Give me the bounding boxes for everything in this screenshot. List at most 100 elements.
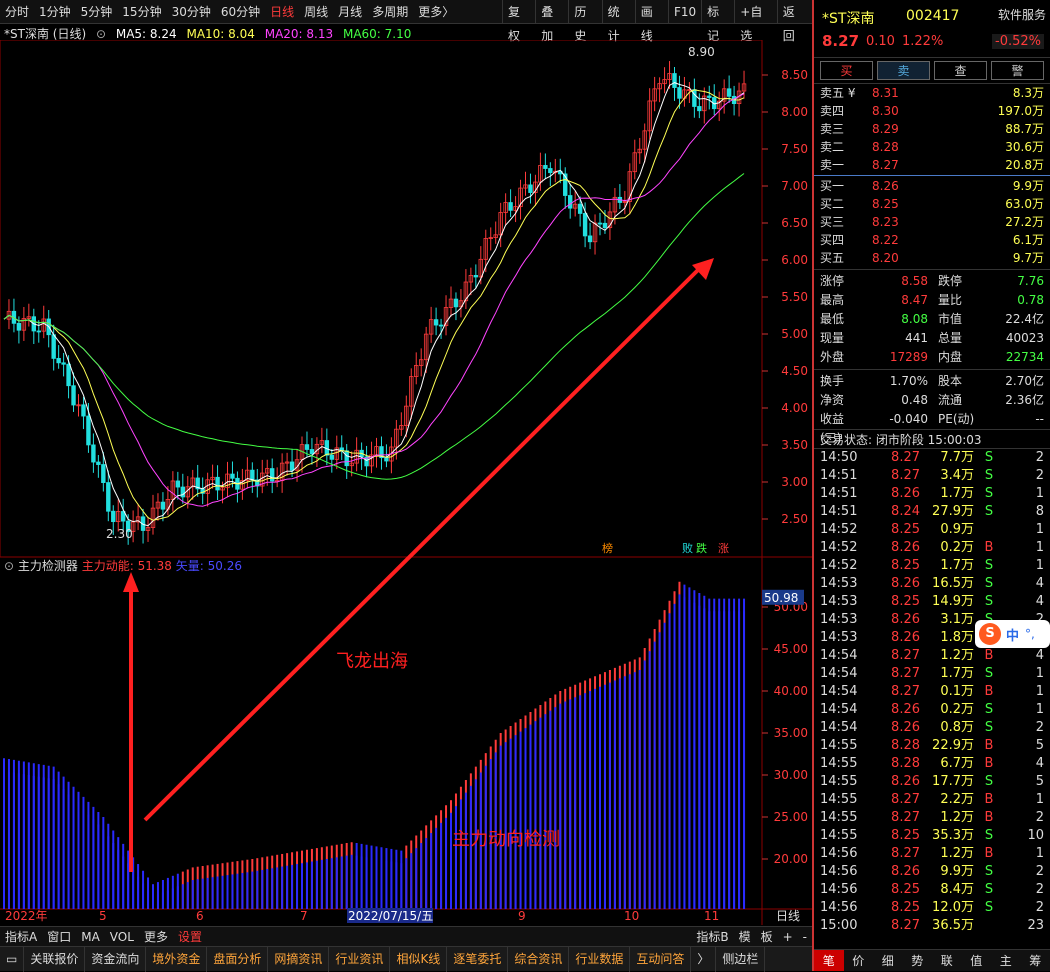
period-tab[interactable]: 周线 — [299, 0, 333, 24]
nav-item[interactable]: 资金流向 — [85, 947, 146, 972]
trade-button[interactable]: 查 — [934, 61, 987, 80]
indicator-bar-right[interactable]: - — [798, 927, 812, 947]
indicator-bar-item[interactable]: 设置 — [173, 927, 207, 947]
indicator-bar-item[interactable]: 指标A — [0, 927, 42, 947]
tick-cell: S — [974, 773, 1004, 791]
toolbar-button[interactable]: F10 — [668, 0, 701, 24]
period-tab[interactable]: 60分钟 — [216, 0, 265, 24]
tick-row: 14:558.286.7万B4 — [814, 755, 1050, 773]
y-tick-label: 6.00 — [781, 253, 808, 267]
period-tab[interactable]: 月线 — [333, 0, 367, 24]
period-tab[interactable]: 15分钟 — [117, 0, 166, 24]
indicator-bar-item[interactable]: 窗口 — [42, 927, 76, 947]
candle-body — [107, 483, 111, 512]
y-tick-label: 8.00 — [781, 105, 808, 119]
tick-cell: 8.26 — [868, 701, 920, 719]
indicator-bar-item[interactable]: VOL — [105, 927, 139, 947]
indicator-bar-right[interactable]: 指标B — [691, 927, 733, 947]
period-tab[interactable]: 30分钟 — [167, 0, 216, 24]
indicator-bar-right[interactable]: 板 — [756, 927, 778, 947]
toolbar-button[interactable]: 历史 — [568, 0, 601, 24]
settings-icon[interactable]: ⊙ — [96, 27, 106, 41]
nav-item[interactable]: 行业资讯 — [329, 947, 390, 972]
low-label: 2.30 — [106, 527, 133, 541]
nav-item[interactable]: 〉 — [691, 947, 716, 972]
event-tag[interactable]: 败 — [682, 541, 693, 555]
stat-cell: 8.08 — [864, 310, 928, 329]
tick-cell: 2.2万 — [920, 791, 974, 809]
nav-item[interactable]: 相似K线 — [390, 947, 447, 972]
tick-cell: 14:55 — [820, 755, 868, 773]
quote-tab[interactable]: 主 — [991, 950, 1021, 971]
nav-item[interactable]: 行业数据 — [569, 947, 630, 972]
toolbar-button[interactable]: 复权 — [502, 0, 535, 24]
toolbar-button[interactable]: 返回 — [777, 0, 810, 24]
tick-cell: 14:51 — [820, 503, 868, 521]
y-tick-label: 5.00 — [781, 327, 808, 341]
indicator-bar-right[interactable]: + — [778, 927, 798, 947]
toolbar-button[interactable]: 标记 — [701, 0, 734, 24]
quote-tab[interactable]: 筹 — [1021, 950, 1050, 971]
toolbar-button[interactable]: 叠加 — [535, 0, 568, 24]
candle-body — [67, 364, 71, 385]
trade-button[interactable]: 买 — [820, 61, 873, 80]
book-row: 买四8.226.1万 — [814, 231, 1050, 249]
event-tag[interactable]: 榜 — [602, 541, 613, 555]
quote-tab[interactable]: 势 — [903, 950, 933, 971]
tick-cell: 14:53 — [820, 593, 868, 611]
period-tab[interactable]: 多周期 — [367, 0, 413, 24]
period-tab[interactable]: 分时 — [0, 0, 34, 24]
price-change-pct: 1.22% — [902, 34, 943, 49]
tick-cell: 2 — [1004, 809, 1044, 827]
tick-cell: 2 — [1004, 881, 1044, 899]
stock-code: 002417 — [906, 8, 959, 24]
toolbar-button[interactable]: 统计 — [602, 0, 635, 24]
event-tag[interactable]: 跌 — [696, 541, 707, 555]
indicator-bar-right[interactable]: 模 — [734, 927, 756, 947]
book-volume: 197.0万 — [924, 102, 1044, 120]
annotation-feilong: 飞龙出海 — [336, 651, 408, 672]
period-tab[interactable]: 日线 — [265, 0, 299, 24]
period-tab[interactable]: 5分钟 — [76, 0, 118, 24]
indicator-bar-item[interactable]: MA — [76, 927, 105, 947]
quote-tab[interactable]: 笔 — [814, 950, 844, 971]
candle-body — [231, 474, 235, 478]
tick-cell: 8.27 — [868, 791, 920, 809]
trade-button[interactable]: 警 — [991, 61, 1044, 80]
tick-cell: 1 — [1004, 557, 1044, 575]
tick-cell: 4 — [1004, 755, 1044, 773]
quote-panel: *ST深南 002417 软件服务 8.27 0.10 1.22% -0.52%… — [812, 0, 1050, 971]
tick-row: 14:538.2616.5万S4 — [814, 575, 1050, 593]
nav-item[interactable]: 综合资讯 — [508, 947, 569, 972]
nav-item[interactable]: 互动问答 — [630, 947, 691, 972]
y-tick-label: 4.50 — [781, 364, 808, 378]
kline-chart[interactable]: 8.508.007.507.006.506.005.505.004.504.00… — [0, 40, 812, 925]
quote-tab[interactable]: 值 — [962, 950, 992, 971]
toolbar-button[interactable]: +自选 — [734, 0, 776, 24]
quote-tab[interactable]: 细 — [873, 950, 903, 971]
nav-item[interactable]: 盘面分析 — [207, 947, 268, 972]
toolbar-button[interactable]: 画线 — [635, 0, 668, 24]
tick-cell: 2 — [1004, 863, 1044, 881]
tick-cell: 1 — [1004, 701, 1044, 719]
nav-item[interactable]: 逐笔委托 — [447, 947, 508, 972]
event-tag[interactable]: 涨 — [718, 542, 729, 555]
nav-item[interactable]: 境外资金 — [146, 947, 207, 972]
quote-tab[interactable]: 联 — [932, 950, 962, 971]
indicator-name: 主力检测器 — [18, 559, 78, 573]
nav-icon[interactable]: ▭ — [0, 947, 24, 972]
nav-item[interactable]: 侧边栏 — [716, 947, 765, 972]
trade-button[interactable]: 卖 — [877, 61, 930, 80]
period-tab[interactable]: 1分钟 — [34, 0, 76, 24]
indicator-bar-item[interactable]: 更多 — [139, 927, 173, 947]
ime-toolbar[interactable]: S 中 °, — [975, 620, 1050, 648]
last-price: 8.27 — [822, 32, 859, 50]
quote-tab[interactable]: 价 — [844, 950, 874, 971]
stat-cell: 40023 — [978, 329, 1044, 348]
nav-item[interactable]: 网摘资讯 — [268, 947, 329, 972]
nav-item[interactable]: 关联报价 — [24, 947, 85, 972]
period-tab[interactable]: 更多〉 — [413, 0, 459, 24]
tick-cell: 14:55 — [820, 827, 868, 845]
service-button[interactable]: 软件服务 — [998, 6, 1046, 23]
collapse-icon[interactable]: ⊙ — [4, 559, 14, 573]
